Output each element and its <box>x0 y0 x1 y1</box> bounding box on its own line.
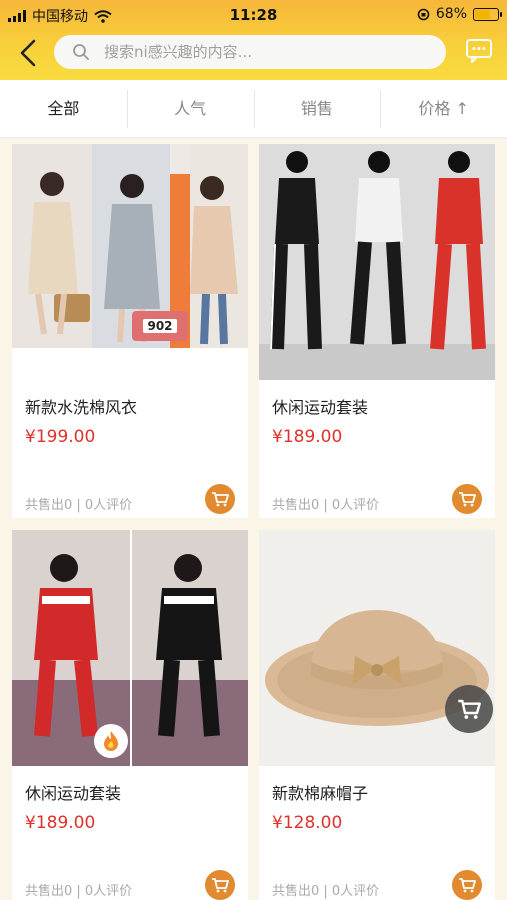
tab-price[interactable]: 价格 ↑ <box>380 80 507 138</box>
cart-icon <box>212 492 229 507</box>
product-price: ¥199.00 <box>25 427 96 447</box>
message-icon[interactable] <box>465 38 493 64</box>
search-input[interactable] <box>104 43 424 61</box>
product-stats: 共售出0 | 0人评价 <box>272 498 380 513</box>
tab-popularity[interactable]: 人气 <box>126 80 254 138</box>
search-bar[interactable] <box>54 35 446 69</box>
product-title[interactable]: 新款棉麻帽子 <box>272 780 368 804</box>
product-title[interactable]: 休闲运动套装 <box>25 780 121 804</box>
add-to-cart-button[interactable] <box>205 484 235 514</box>
search-icon <box>73 44 89 60</box>
product-card[interactable]: 休闲运动套装 ¥189.00 共售出0 | 0人评价 <box>259 144 495 518</box>
product-card[interactable]: 休闲运动套装 ¥189.00 共售出0 | 0人评价 <box>12 530 248 900</box>
product-stats: 共售出0 | 0人评价 <box>25 884 133 899</box>
tab-all[interactable]: 全部 <box>0 80 127 138</box>
product-card[interactable]: 新款棉麻帽子 ¥128.00 共售出0 | 0人评价 <box>259 530 495 900</box>
battery-percent: 68% <box>435 6 467 22</box>
orientation-lock-icon <box>417 8 430 20</box>
product-title[interactable]: 休闲运动套装 <box>272 394 368 418</box>
top-header: 中国移动 11:28 68% <box>0 0 507 80</box>
product-stats: 共售出0 | 0人评价 <box>25 498 133 513</box>
product-price: ¥189.00 <box>25 813 96 833</box>
back-button[interactable] <box>12 38 44 68</box>
battery-icon <box>473 7 502 21</box>
add-to-cart-button[interactable] <box>452 870 482 900</box>
fire-icon <box>104 731 118 751</box>
floating-cart-button[interactable] <box>445 685 493 733</box>
cart-icon <box>459 492 476 507</box>
product-image[interactable] <box>12 144 248 348</box>
status-bar: 中国移动 11:28 68% <box>0 0 507 28</box>
tab-sales[interactable]: 销售 <box>253 80 381 138</box>
product-price: ¥189.00 <box>272 427 343 447</box>
sort-tabs: 全部 人气 销售 价格 ↑ <box>0 80 507 138</box>
product-title[interactable]: 新款水洗棉风衣 <box>25 394 137 418</box>
product-stats: 共售出0 | 0人评价 <box>272 884 380 899</box>
cart-icon <box>458 699 481 719</box>
product-price: ¥128.00 <box>272 813 343 833</box>
product-image[interactable] <box>259 144 495 380</box>
cart-icon <box>212 878 229 893</box>
add-to-cart-button[interactable] <box>452 484 482 514</box>
product-card[interactable]: 902 新款水洗棉风衣 ¥199.00 共售出0 | 0人评价 <box>12 144 248 518</box>
add-to-cart-button[interactable] <box>205 870 235 900</box>
product-badge: 902 <box>132 311 188 341</box>
cart-icon <box>459 878 476 893</box>
product-image[interactable] <box>12 530 248 766</box>
hot-badge <box>94 724 128 758</box>
